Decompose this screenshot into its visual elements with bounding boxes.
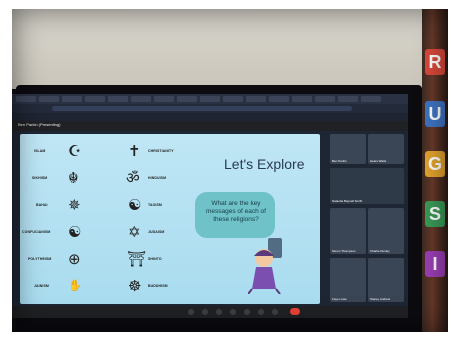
religion-label: SIKHISM (32, 176, 48, 180)
bookmarks-bar (12, 113, 408, 121)
browser-tab[interactable] (85, 96, 105, 102)
leave-call-button[interactable] (290, 308, 300, 315)
reactions-icon[interactable] (272, 309, 278, 315)
classroom-wall (12, 9, 448, 89)
religion-label: BUDDHISM (148, 284, 168, 288)
crescent-icon: ☪ (68, 143, 82, 160)
jain-hand-icon: ✋ (68, 280, 82, 292)
participant-name: Helen Watts (370, 159, 387, 163)
participant-tile[interactable]: Charlie Dunley (368, 208, 404, 254)
wall-display-border: R U G S I (422, 9, 448, 332)
religion-label: TAOISM (148, 203, 162, 207)
border-letter: U (425, 101, 445, 127)
circle-cross-icon: ⊕ (68, 251, 81, 268)
raise-hand-icon[interactable] (230, 309, 236, 315)
browser-tab[interactable] (131, 96, 151, 102)
meeting-header (12, 121, 408, 131)
browser-tab[interactable] (108, 96, 128, 102)
camera-icon[interactable] (202, 309, 208, 315)
religion-label: JAINISM (34, 284, 49, 288)
browser-tab[interactable] (177, 96, 197, 102)
presentation-slide: Let's Explore ISLAM ☪ SIKHISM ☬ BAHAI ✵ … (20, 134, 320, 304)
religion-label: SHINTO (148, 257, 162, 261)
khanda-icon: ☬ (68, 170, 79, 187)
browser-tab-bar (12, 94, 408, 104)
religion-label: HINDUISM (148, 176, 167, 180)
meeting-control-bar (12, 306, 408, 318)
dharma-wheel-icon: ☸ (128, 278, 142, 295)
browser-tab[interactable] (62, 96, 82, 102)
religion-label: CONFUCIANISM (22, 230, 51, 234)
participant-tile[interactable]: Helen Watts (368, 134, 404, 164)
browser-tab[interactable] (338, 96, 358, 102)
participant-tile[interactable]: Simon Thompson (330, 208, 366, 254)
religion-label: JUDAISM (148, 230, 165, 234)
nine-point-star-icon: ✵ (68, 197, 81, 214)
participant-tile[interactable]: Stacey Andrew (368, 258, 404, 302)
participant-name: Simon Thompson (332, 249, 356, 253)
captions-icon[interactable] (216, 309, 222, 315)
torii-icon: ⛩ (127, 251, 147, 268)
browser-tab[interactable] (292, 96, 312, 102)
religion-label: ISLAM (34, 149, 46, 153)
religion-label: BAHAI (36, 203, 48, 207)
border-letter: I (425, 251, 445, 277)
participant-tile[interactable]: Natasha Baynell Smith (330, 168, 404, 204)
slide-title: Let's Explore (224, 156, 305, 172)
present-icon[interactable] (244, 309, 250, 315)
participant-name: Faye Lowe (332, 297, 347, 301)
cross-icon: ✝ (128, 143, 141, 160)
browser-tab[interactable] (315, 96, 335, 102)
yin-yang-icon: ☯ (128, 197, 142, 214)
star-of-david-icon: ✡ (128, 224, 141, 241)
more-options-icon[interactable] (258, 309, 264, 315)
browser-tab[interactable] (154, 96, 174, 102)
religion-label: POLYTHEISM (28, 257, 52, 261)
participant-name: Stacey Andrew (370, 297, 391, 301)
border-letter: G (425, 151, 445, 177)
browser-tab[interactable] (39, 96, 59, 102)
participant-tile[interactable]: Faye Lowe (330, 258, 366, 302)
border-letter: S (425, 201, 445, 227)
participant-name: Charlie Dunley (370, 249, 390, 253)
browser-tab[interactable] (246, 96, 266, 102)
border-letter: R (425, 49, 445, 75)
cartoon-character-illustration (248, 238, 282, 294)
monitor-screen: Ben Parkin (Presenting) Let's Explore IS… (12, 94, 408, 318)
religion-label: CHRISTIANITY (148, 149, 174, 153)
participant-name: Natasha Baynell Smith (332, 199, 363, 203)
participant-tiles: Ben Parkin Helen Watts Natasha Baynell S… (330, 134, 406, 304)
slide-question: What are the key messages of each of the… (206, 200, 266, 223)
browser-tab[interactable] (361, 96, 381, 102)
confucian-symbol-icon: ☯ (68, 224, 82, 241)
participant-name: Ben Parkin (332, 159, 347, 163)
browser-tab[interactable] (223, 96, 243, 102)
participant-tile[interactable]: Ben Parkin (330, 134, 366, 164)
url-input[interactable] (52, 106, 352, 111)
browser-tab[interactable] (200, 96, 220, 102)
om-icon: ॐ (126, 170, 140, 187)
photo-frame: R U G S I Ben Parkin (Presenting) Let's … (0, 0, 460, 340)
browser-tab[interactable] (16, 96, 36, 102)
microphone-icon[interactable] (188, 309, 194, 315)
browser-tab[interactable] (269, 96, 289, 102)
presenting-label: Ben Parkin (Presenting) (18, 122, 61, 127)
